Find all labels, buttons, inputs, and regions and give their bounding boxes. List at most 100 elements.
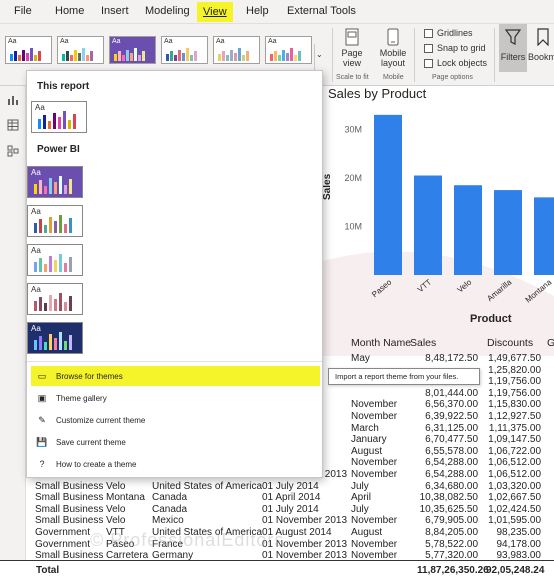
cell-country: Mexico	[152, 515, 184, 527]
theme-bar	[290, 48, 293, 61]
theme-bars	[38, 111, 76, 129]
menu-file[interactable]: File	[14, 5, 32, 17]
theme-swatch[interactable]: Aa	[161, 36, 208, 64]
cell-sales: 8,01,444.00	[425, 387, 478, 399]
mobile-layout-button[interactable]: Mobile layout	[376, 28, 410, 68]
menu-external-tools[interactable]: External Tools	[287, 5, 356, 17]
cell-sales: 10,38,082.50	[419, 492, 478, 504]
bookmarks-button[interactable]: Bookma	[528, 24, 554, 72]
theme-bars	[270, 48, 301, 61]
dropdown-item-label: Save current theme	[56, 437, 126, 447]
cell-month: March	[351, 422, 379, 434]
dropdown-item-how-to-create-a-theme[interactable]: ? How to create a theme	[31, 454, 320, 474]
bar-chart[interactable]: 30M20M10MPaseoVTTVeloAmarillaMontanaC	[326, 100, 554, 315]
cell-discounts: 98,235.00	[496, 527, 542, 538]
theme-swatch[interactable]: Aa	[27, 322, 83, 354]
model-view-icon[interactable]	[7, 145, 19, 157]
bar-vtt[interactable]	[414, 175, 442, 275]
theme-swatch[interactable]: Aa	[5, 36, 52, 64]
col-header-discounts[interactable]: Discounts	[487, 337, 533, 349]
dropdown-item-customize-current-theme[interactable]: ✎ Customize current theme	[31, 410, 320, 430]
this-report-heading: This report	[37, 81, 90, 92]
cell-sales: 10,35,625.50	[419, 503, 478, 515]
cell-month: August	[351, 445, 383, 457]
total-discounts: 92,05,248.24	[486, 565, 545, 576]
theme-bar	[178, 49, 181, 61]
theme-bar	[69, 335, 72, 350]
cell-discounts: 1,02,667.50	[488, 492, 541, 504]
cell-discounts: 1,25,820.00	[488, 364, 541, 376]
theme-bar	[38, 50, 41, 61]
bar-paseo[interactable]	[374, 114, 402, 276]
themes-dropdown: This report Power BI AaAaAaAaAaAaAaAaAaA…	[26, 70, 323, 478]
theme-bar	[22, 49, 25, 61]
theme-bar	[39, 219, 42, 233]
page-view-label: Page view	[341, 48, 363, 68]
theme-swatch[interactable]: Aa	[213, 36, 260, 64]
save-icon: 💾	[36, 436, 48, 447]
theme-swatch[interactable]: Aa	[31, 101, 87, 133]
col-header-g[interactable]: G	[547, 337, 554, 349]
theme-bar	[48, 121, 51, 129]
gallery-icon: ▣	[37, 392, 47, 403]
theme-bar	[70, 55, 73, 61]
dropdown-item-label: How to create a theme	[56, 459, 137, 469]
theme-bar	[122, 55, 125, 61]
cell-discounts: 1,12,927.50	[488, 411, 541, 422]
theme-bar	[39, 336, 42, 350]
theme-bar	[64, 302, 67, 311]
cell-month: November	[351, 538, 398, 550]
menu-modeling[interactable]: Modeling	[145, 5, 190, 17]
theme-swatch[interactable]: Aa	[57, 36, 104, 64]
menu-insert[interactable]: Insert	[101, 5, 129, 17]
theme-swatch[interactable]: Aa	[27, 166, 83, 198]
theme-bar	[18, 55, 21, 61]
theme-bar	[64, 224, 67, 233]
menu-help[interactable]: Help	[246, 5, 269, 17]
theme-swatch[interactable]: Aa	[27, 244, 83, 276]
browse-themes-tooltip: Import a report theme from your files.	[328, 368, 480, 385]
snap-to-grid-checkbox[interactable]: Snap to grid	[424, 43, 486, 53]
report-view-icon[interactable]	[7, 94, 19, 106]
x-tick-label: Montana	[524, 277, 554, 304]
theme-swatch[interactable]: Aa	[265, 36, 312, 64]
dropdown-item-theme-gallery[interactable]: ▣ Theme gallery	[31, 388, 320, 408]
cell-sales: 6,56,370.00	[425, 399, 478, 411]
theme-swatch[interactable]: Aa	[109, 36, 156, 64]
page-view-button[interactable]: Page view	[336, 28, 368, 68]
theme-swatch[interactable]: Aa	[27, 283, 83, 315]
theme-bar	[34, 54, 37, 61]
bar-amarilla[interactable]	[494, 190, 522, 275]
menu-view[interactable]: View	[197, 2, 233, 22]
dropdown-item-browse-for-themes[interactable]: ▭ Browse for themes	[31, 366, 320, 386]
theme-aa-label: Aa	[8, 38, 17, 45]
theme-bar	[54, 221, 57, 233]
menu-home[interactable]: Home	[55, 5, 84, 17]
theme-bar	[142, 50, 145, 61]
theme-swatch[interactable]: Aa	[27, 205, 83, 237]
dropdown-item-save-current-theme[interactable]: 💾 Save current theme	[31, 432, 320, 452]
bar-velo[interactable]	[454, 185, 482, 275]
theme-bar	[44, 225, 47, 233]
cell-sales: 5,78,522.00	[425, 538, 478, 550]
mobile-group-label: Mobile	[383, 74, 404, 81]
bar-montana[interactable]	[534, 197, 554, 275]
col-header-sales[interactable]: Sales	[410, 337, 436, 349]
data-view-icon[interactable]	[7, 119, 19, 131]
col-header-month[interactable]: Month Name	[351, 337, 411, 349]
theme-bar	[286, 52, 289, 61]
theme-bar	[34, 301, 37, 311]
page-view-icon	[345, 28, 359, 46]
theme-bars	[114, 48, 145, 61]
filters-button[interactable]: Filters	[499, 24, 527, 72]
cell-month: May	[351, 353, 370, 364]
dropdown-item-label: Theme gallery	[56, 393, 107, 403]
lock-objects-checkbox[interactable]: Lock objects	[424, 58, 487, 68]
theme-bars	[34, 293, 72, 311]
theme-bar	[278, 55, 281, 61]
y-tick-label: 20M	[344, 173, 362, 183]
gridlines-checkbox[interactable]: Gridlines	[424, 28, 473, 38]
theme-bar	[274, 51, 277, 61]
theme-bar	[69, 257, 72, 272]
theme-bar	[58, 117, 61, 129]
